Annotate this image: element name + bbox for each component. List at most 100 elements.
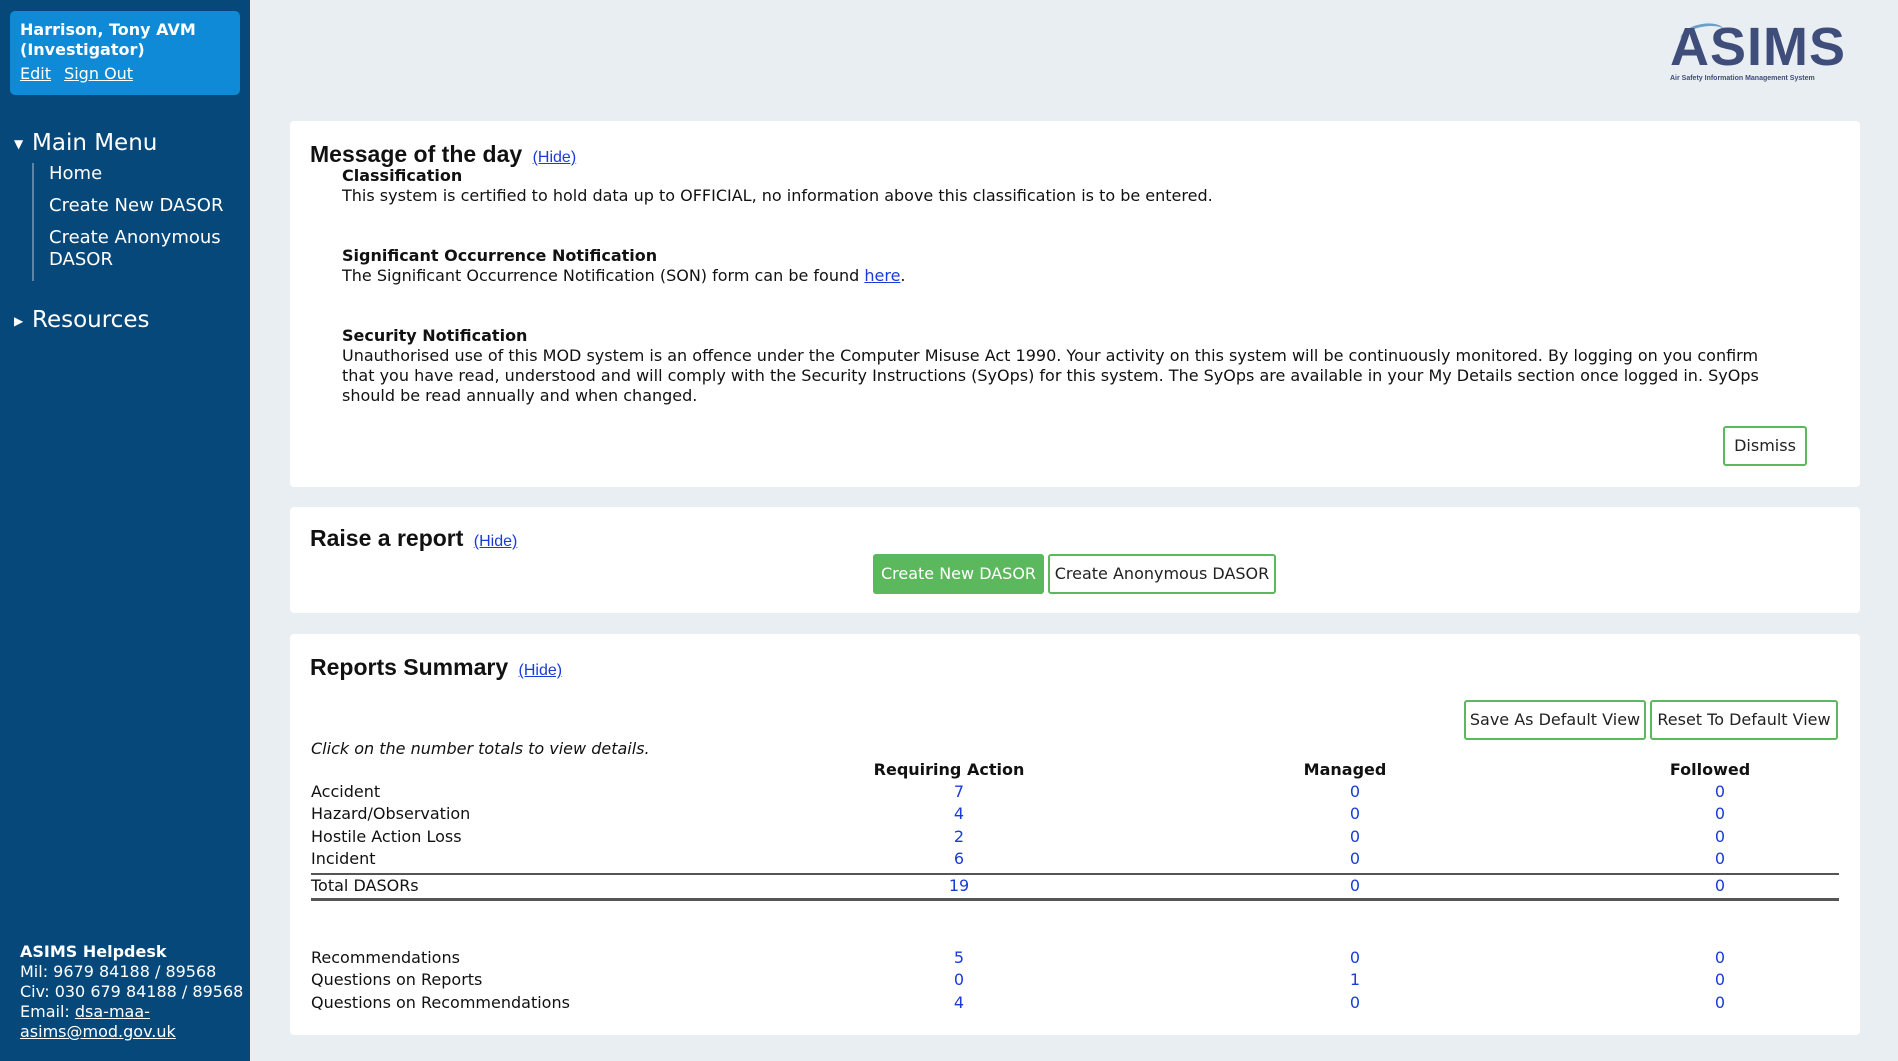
reports-summary-panel: Reports Summary (Hide) Save As Default V… [290, 634, 1860, 1035]
count-link[interactable]: 4 [929, 803, 989, 825]
count-link[interactable]: 0 [1325, 848, 1385, 870]
classification-section: Classification This system is certified … [342, 166, 1782, 206]
count-link[interactable]: 0 [1690, 969, 1750, 991]
create-anonymous-dasor-button[interactable]: Create Anonymous DASOR [1048, 554, 1276, 594]
row-label: Hostile Action Loss [311, 827, 462, 846]
table-row: Accident 7 0 0 [311, 781, 1839, 803]
count-link[interactable]: 1 [1325, 969, 1385, 991]
son-text: The Significant Occurrence Notification … [342, 266, 1782, 286]
sidebar: Harrison, Tony AVM (Investigator) Edit S… [0, 0, 250, 1061]
reports-title: Reports Summary [310, 654, 509, 680]
helpdesk-email-line: Email: dsa-maa-asims@mod.gov.uk [20, 1002, 245, 1042]
sidebar-item-home[interactable]: Home [49, 163, 242, 185]
create-new-dasor-button[interactable]: Create New DASOR [873, 554, 1044, 594]
count-link[interactable]: 0 [1690, 803, 1750, 825]
count-link[interactable]: 0 [1325, 803, 1385, 825]
count-link[interactable]: 2 [929, 826, 989, 848]
total-row: Total DASORs 19 0 0 [311, 875, 1839, 897]
classification-text: This system is certified to hold data up… [342, 186, 1213, 205]
count-link[interactable]: 5 [929, 947, 989, 969]
reports-title-row: Reports Summary (Hide) [310, 654, 562, 681]
count-link[interactable]: 0 [929, 969, 989, 991]
user-name: Harrison, Tony AVM (Investigator) [20, 20, 230, 60]
son-section: Significant Occurrence Notification The … [342, 246, 1782, 286]
logo-text: ASIMS [1670, 17, 1847, 77]
reports-hide-link[interactable]: (Hide) [519, 662, 563, 679]
security-title: Security Notification [342, 326, 528, 345]
count-link[interactable]: 0 [1690, 947, 1750, 969]
motd-hide-link[interactable]: (Hide) [533, 149, 577, 166]
sidebar-item-create-new-dasor[interactable]: Create New DASOR [49, 195, 242, 217]
helpdesk-mil: Mil: 9679 84188 / 89568 [20, 962, 217, 981]
row-label: Hazard/Observation [311, 804, 471, 823]
count-link[interactable]: 4 [929, 992, 989, 1014]
helpdesk-title: ASIMS Helpdesk [20, 942, 167, 961]
total-count-link[interactable]: 19 [929, 875, 989, 897]
dismiss-button[interactable]: Dismiss [1723, 426, 1807, 466]
classification-title: Classification [342, 166, 463, 185]
reset-default-view-button[interactable]: Reset To Default View [1650, 700, 1838, 740]
row-label: Questions on Recommendations [311, 993, 570, 1012]
triangle-right-icon: ▶ [14, 313, 24, 328]
table-row: Hazard/Observation 4 0 0 [311, 803, 1839, 825]
row-label: Questions on Reports [311, 970, 483, 989]
table-row: Incident 6 0 0 [311, 848, 1839, 870]
user-links: Edit Sign Out [20, 64, 230, 83]
total-count-link[interactable]: 0 [1325, 875, 1385, 897]
count-link[interactable]: 0 [1690, 826, 1750, 848]
count-link[interactable]: 0 [1690, 848, 1750, 870]
user-role: (Investigator) [20, 40, 145, 59]
sidebar-item-create-anonymous-dasor[interactable]: Create Anonymous DASOR [49, 227, 242, 271]
table-row: Questions on Recommendations 4 0 0 [311, 992, 1839, 1014]
message-of-the-day-panel: Message of the day (Hide) Classification… [290, 121, 1860, 487]
row-label: Accident [311, 782, 381, 801]
raise-title-row: Raise a report (Hide) [310, 525, 517, 552]
reports-hint: Click on the number totals to view detai… [311, 739, 650, 758]
save-default-view-button[interactable]: Save As Default View [1464, 700, 1646, 740]
resources-label: Resources [32, 307, 150, 333]
son-text-after: . [900, 266, 906, 285]
total-label: Total DASORs [311, 876, 419, 895]
asims-logo: ASIMS Air Safety Information Management … [1670, 17, 1860, 84]
resources-toggle[interactable]: ▶ Resources [14, 307, 149, 333]
security-text: Unauthorised use of this MOD system is a… [342, 346, 1759, 405]
column-header-requiring-action: Requiring Action [873, 760, 1025, 779]
helpdesk-email-prefix: Email: [20, 1002, 75, 1021]
raise-report-panel: Raise a report (Hide) Create New DASOR C… [290, 507, 1860, 613]
triangle-down-icon: ▼ [14, 136, 24, 151]
main-menu-label: Main Menu [32, 130, 158, 156]
security-section: Security Notification Unauthorised use o… [342, 326, 1782, 406]
count-link[interactable]: 0 [1690, 781, 1750, 803]
column-header-followed: Followed [1669, 760, 1751, 779]
count-link[interactable]: 0 [1690, 992, 1750, 1014]
main-menu-toggle[interactable]: ▼ Main Menu [14, 130, 157, 156]
row-label: Incident [311, 849, 376, 868]
raise-hide-link[interactable]: (Hide) [474, 533, 518, 550]
total-divider-bottom [311, 898, 1839, 901]
motd-title-row: Message of the day (Hide) [310, 141, 576, 168]
sign-out-link[interactable]: Sign Out [64, 64, 133, 83]
helpdesk-civ: Civ: 030 679 84188 / 89568 [20, 982, 244, 1001]
main-menu-list: Home Create New DASOR Create Anonymous D… [32, 163, 242, 281]
count-link[interactable]: 0 [1325, 992, 1385, 1014]
helpdesk-info: ASIMS Helpdesk Mil: 9679 84188 / 89568 C… [20, 942, 245, 1042]
column-header-managed: Managed [1303, 760, 1387, 779]
table-row: Questions on Reports 0 1 0 [311, 969, 1839, 991]
count-link[interactable]: 0 [1325, 947, 1385, 969]
count-link[interactable]: 7 [929, 781, 989, 803]
total-count-link[interactable]: 0 [1690, 875, 1750, 897]
count-link[interactable]: 6 [929, 848, 989, 870]
raise-title: Raise a report [310, 525, 464, 551]
row-label: Recommendations [311, 948, 460, 967]
son-text-before: The Significant Occurrence Notification … [342, 266, 865, 285]
son-title: Significant Occurrence Notification [342, 246, 658, 265]
user-box: Harrison, Tony AVM (Investigator) Edit S… [10, 11, 240, 95]
motd-title: Message of the day [310, 141, 523, 167]
table-row: Hostile Action Loss 2 0 0 [311, 826, 1839, 848]
son-here-link[interactable]: here [864, 266, 900, 285]
edit-user-link[interactable]: Edit [20, 64, 51, 83]
table-row: Recommendations 5 0 0 [311, 947, 1839, 969]
user-full-name: Harrison, Tony AVM [20, 20, 196, 39]
count-link[interactable]: 0 [1325, 826, 1385, 848]
count-link[interactable]: 0 [1325, 781, 1385, 803]
